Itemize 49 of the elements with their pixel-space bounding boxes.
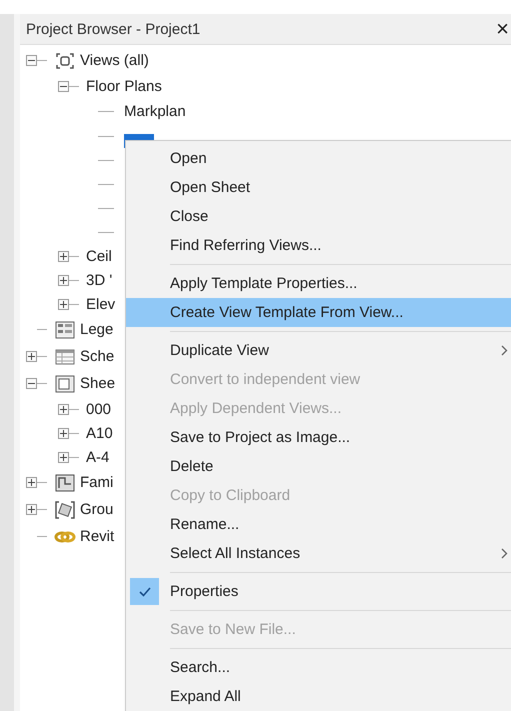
tree-item[interactable]: A-4 [86, 448, 110, 466]
tree-item[interactable]: 3D ' [86, 272, 112, 288]
menu-item[interactable]: Rename... [126, 510, 511, 539]
expand-toggle[interactable] [26, 477, 37, 488]
family-icon [54, 472, 76, 492]
menu-item[interactable]: Create View Template From View... [126, 298, 511, 327]
panel-title: Project Browser - Project1 [26, 20, 200, 38]
expand-toggle[interactable] [58, 274, 69, 286]
tree-item[interactable]: Revit [80, 528, 114, 545]
tree-item[interactable]: Elev [86, 296, 116, 312]
expand-toggle[interactable] [58, 428, 69, 438]
menu-item[interactable]: Close [126, 202, 511, 231]
collapse-toggle[interactable] [26, 55, 37, 66]
legend-icon [54, 320, 76, 340]
menu-item[interactable]: Delete [126, 452, 511, 481]
tree-item[interactable]: 000 [86, 400, 112, 418]
menu-item[interactable]: Find Referring Views... [126, 231, 511, 260]
expand-toggle[interactable] [58, 452, 69, 462]
tree-item[interactable]: Markplan [124, 102, 186, 120]
menu-item[interactable]: Save to Project as Image... [126, 423, 511, 452]
expand-toggle[interactable] [26, 351, 37, 362]
close-button[interactable]: × [496, 16, 509, 42]
expand-toggle[interactable] [58, 298, 69, 310]
menu-item[interactable]: Properties [126, 577, 511, 606]
menu-item[interactable]: Apply Template Properties... [126, 269, 511, 298]
tree-item[interactable]: Sche [80, 348, 114, 365]
tree-item[interactable]: Views (all) [80, 52, 149, 69]
collapse-toggle[interactable] [26, 378, 37, 389]
expand-toggle[interactable] [58, 404, 69, 414]
collapse-toggle[interactable] [58, 80, 69, 92]
table-icon [54, 346, 76, 366]
expand-toggle[interactable] [58, 250, 69, 262]
group-icon [54, 500, 76, 520]
tree-item[interactable]: Fami [80, 474, 114, 491]
tree-item[interactable]: Lege [80, 321, 114, 338]
tree-item[interactable]: Ceil [86, 248, 112, 264]
expand-toggle[interactable] [26, 504, 37, 515]
tree-item[interactable]: Grou [80, 501, 114, 518]
menu-item[interactable]: Open [126, 144, 511, 173]
sheet-icon [54, 374, 76, 394]
view-icon [54, 50, 76, 70]
tree-item[interactable]: Shee [80, 375, 116, 392]
tree-item[interactable]: Floor Plans [86, 78, 162, 94]
menu-item[interactable]: Select All Instances [126, 539, 511, 568]
tree-item[interactable]: A10 [86, 424, 113, 442]
menu-item[interactable]: Duplicate View [126, 336, 511, 365]
menu-item[interactable]: Search... [126, 653, 511, 682]
menu-item[interactable]: Expand All [126, 682, 511, 711]
menu-item[interactable]: Open Sheet [126, 173, 511, 202]
